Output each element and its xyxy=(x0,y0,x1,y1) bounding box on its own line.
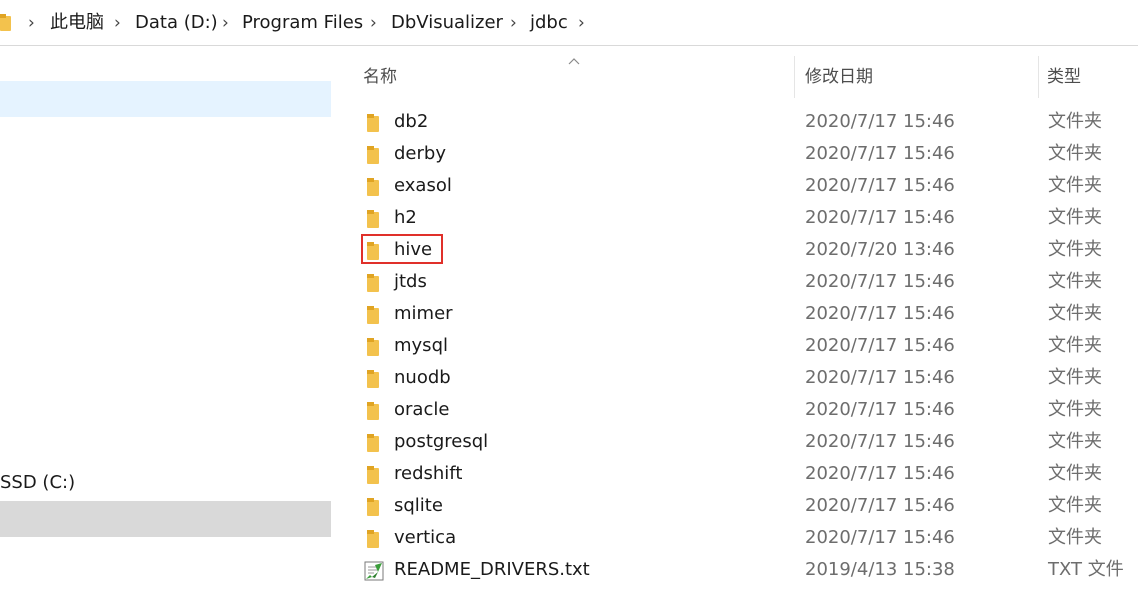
text-file-icon xyxy=(364,561,384,581)
file-row[interactable]: h2 2020/7/17 15:46 文件夹 xyxy=(333,202,1138,234)
file-modified: 2020/7/17 15:46 xyxy=(805,463,955,484)
column-header-modified[interactable]: 修改日期 xyxy=(805,64,873,90)
file-modified: 2020/7/17 15:46 xyxy=(805,303,955,324)
file-name: jtds xyxy=(394,271,427,292)
folder-icon xyxy=(367,402,379,420)
folder-icon xyxy=(367,530,379,548)
file-type: 文件夹 xyxy=(1048,239,1102,260)
file-name: oracle xyxy=(394,399,450,420)
nav-item-ssd-c[interactable]: SSD (C:) xyxy=(0,470,75,496)
chevron-right-icon[interactable]: › xyxy=(222,10,229,36)
column-divider[interactable] xyxy=(1038,56,1039,98)
file-name: mysql xyxy=(394,335,448,356)
file-type: 文件夹 xyxy=(1048,463,1102,484)
file-type: 文件夹 xyxy=(1048,175,1102,196)
folder-icon xyxy=(367,306,379,324)
file-name: README_DRIVERS.txt xyxy=(394,559,590,580)
file-row[interactable]: jtds 2020/7/17 15:46 文件夹 xyxy=(333,266,1138,298)
chevron-right-icon[interactable]: › xyxy=(28,10,35,36)
folder-icon xyxy=(367,210,379,228)
file-modified: 2020/7/17 15:46 xyxy=(805,527,955,548)
file-modified: 2020/7/17 15:46 xyxy=(805,207,955,228)
column-header-name[interactable]: 名称 xyxy=(363,64,397,90)
file-type: 文件夹 xyxy=(1048,207,1102,228)
file-name: exasol xyxy=(394,175,452,196)
column-header-type[interactable]: 类型 xyxy=(1047,64,1081,90)
navigation-pane: SSD (C:) xyxy=(0,47,333,596)
chevron-right-icon[interactable]: › xyxy=(370,10,377,36)
sort-ascending-icon xyxy=(568,58,580,65)
file-modified: 2020/7/17 15:46 xyxy=(805,271,955,292)
breadcrumb-item[interactable]: DbVisualizer xyxy=(391,10,503,36)
breadcrumb-item[interactable]: 此电脑 xyxy=(50,10,104,36)
file-modified: 2020/7/17 15:46 xyxy=(805,175,955,196)
file-row[interactable]: redshift 2020/7/17 15:46 文件夹 xyxy=(333,458,1138,490)
file-type: 文件夹 xyxy=(1048,271,1102,292)
file-row[interactable]: nuodb 2020/7/17 15:46 文件夹 xyxy=(333,362,1138,394)
file-type: 文件夹 xyxy=(1048,367,1102,388)
breadcrumb-item[interactable]: Data (D:) xyxy=(135,10,218,36)
folder-icon xyxy=(367,466,379,484)
file-row[interactable]: postgresql 2020/7/17 15:46 文件夹 xyxy=(333,426,1138,458)
file-modified: 2020/7/17 15:46 xyxy=(805,143,955,164)
file-type: 文件夹 xyxy=(1048,335,1102,356)
file-type: 文件夹 xyxy=(1048,431,1102,452)
folder-icon xyxy=(367,242,379,260)
file-modified: 2020/7/17 15:46 xyxy=(805,335,955,356)
file-name: nuodb xyxy=(394,367,451,388)
folder-icon xyxy=(367,114,379,132)
column-header-row: 名称 修改日期 类型 xyxy=(333,56,1138,98)
file-modified: 2020/7/17 15:46 xyxy=(805,431,955,452)
file-type: 文件夹 xyxy=(1048,495,1102,516)
folder-icon xyxy=(0,14,11,31)
file-row[interactable]: vertica 2020/7/17 15:46 文件夹 xyxy=(333,522,1138,554)
breadcrumb-item[interactable]: Program Files xyxy=(242,10,363,36)
address-bar[interactable]: › 此电脑 › Data (D:) › Program Files › DbVi… xyxy=(0,0,1138,46)
folder-icon xyxy=(367,434,379,452)
file-name: vertica xyxy=(394,527,457,548)
folder-icon xyxy=(367,178,379,196)
file-type: 文件夹 xyxy=(1048,143,1102,164)
file-modified: 2020/7/17 15:46 xyxy=(805,367,955,388)
column-divider[interactable] xyxy=(794,56,795,98)
folder-icon xyxy=(367,338,379,356)
file-modified: 2020/7/17 15:46 xyxy=(805,111,955,132)
file-name: sqlite xyxy=(394,495,443,516)
file-row-highlighted[interactable]: hive 2020/7/20 13:46 文件夹 xyxy=(333,234,1138,266)
folder-icon xyxy=(367,146,379,164)
file-row[interactable]: README_DRIVERS.txt 2019/4/13 15:38 TXT 文… xyxy=(333,554,1138,586)
file-modified: 2020/7/20 13:46 xyxy=(805,239,955,260)
file-row[interactable]: derby 2020/7/17 15:46 文件夹 xyxy=(333,138,1138,170)
file-type: 文件夹 xyxy=(1048,399,1102,420)
chevron-right-icon[interactable]: › xyxy=(510,10,517,36)
file-modified: 2020/7/17 15:46 xyxy=(805,495,955,516)
file-row[interactable]: mimer 2020/7/17 15:46 文件夹 xyxy=(333,298,1138,330)
file-row[interactable]: oracle 2020/7/17 15:46 文件夹 xyxy=(333,394,1138,426)
nav-item-hovered[interactable] xyxy=(0,501,331,537)
file-name: hive xyxy=(394,239,433,260)
file-name: h2 xyxy=(394,207,417,228)
chevron-right-icon[interactable]: › xyxy=(578,10,585,36)
file-type: TXT 文件 xyxy=(1048,559,1124,580)
chevron-right-icon[interactable]: › xyxy=(114,10,121,36)
folder-icon xyxy=(367,498,379,516)
file-row[interactable]: db2 2020/7/17 15:46 文件夹 xyxy=(333,106,1138,138)
file-name: postgresql xyxy=(394,431,489,452)
file-name: mimer xyxy=(394,303,453,324)
file-row[interactable]: sqlite 2020/7/17 15:46 文件夹 xyxy=(333,490,1138,522)
file-name: derby xyxy=(394,143,446,164)
file-name: redshift xyxy=(394,463,463,484)
file-name: db2 xyxy=(394,111,429,132)
file-row[interactable]: exasol 2020/7/17 15:46 文件夹 xyxy=(333,170,1138,202)
file-modified: 2020/7/17 15:46 xyxy=(805,399,955,420)
nav-item-selected[interactable] xyxy=(0,81,331,117)
folder-icon xyxy=(367,370,379,388)
file-row[interactable]: mysql 2020/7/17 15:46 文件夹 xyxy=(333,330,1138,362)
file-type: 文件夹 xyxy=(1048,303,1102,324)
file-modified: 2019/4/13 15:38 xyxy=(805,559,955,580)
breadcrumb-item[interactable]: jdbc xyxy=(530,10,568,36)
file-type: 文件夹 xyxy=(1048,111,1102,132)
folder-icon xyxy=(367,274,379,292)
file-type: 文件夹 xyxy=(1048,527,1102,548)
